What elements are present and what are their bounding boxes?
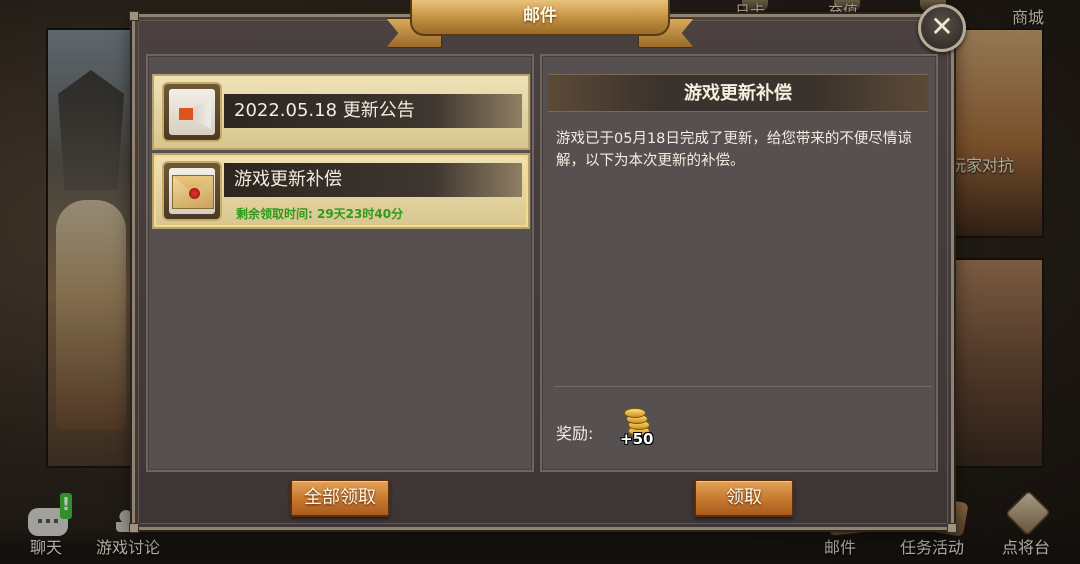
detail-divider bbox=[554, 386, 932, 387]
reward-count: +50 bbox=[620, 430, 654, 448]
frame-corner bbox=[129, 523, 139, 533]
close-button[interactable]: ✕ bbox=[918, 4, 966, 52]
envelope-shape bbox=[172, 175, 214, 209]
mail-item-announcement[interactable]: 2022.05.18 更新公告 bbox=[152, 74, 530, 150]
close-icon: ✕ bbox=[930, 10, 954, 43]
reward-label: 奖励: bbox=[556, 424, 594, 443]
claim-button[interactable]: 领取 bbox=[694, 479, 794, 517]
mail-item-title: 游戏更新补偿 bbox=[224, 163, 522, 197]
frame-corner bbox=[129, 11, 139, 21]
title-ribbon: 邮件 bbox=[386, 0, 694, 52]
detail-title: 游戏更新补偿 bbox=[548, 74, 928, 112]
coin bbox=[624, 408, 646, 418]
dialog-title: 邮件 bbox=[410, 0, 670, 36]
megaphone-shape bbox=[179, 99, 211, 129]
mail-detail-panel bbox=[540, 54, 938, 472]
mail-item-compensation[interactable]: 游戏更新补偿 剩余领取时间: 29天23时40分 bbox=[152, 153, 530, 229]
megaphone-icon bbox=[162, 82, 222, 142]
claim-all-button[interactable]: 全部领取 bbox=[290, 479, 390, 517]
icon-frame bbox=[169, 89, 215, 135]
envelope-icon bbox=[162, 161, 222, 221]
detail-body: 游戏已于05月18日完成了更新，给您带来的不便尽情谅解，以下为本次更新的补偿。 bbox=[556, 131, 912, 169]
mail-item-expiry: 剩余领取时间: 29天23时40分 bbox=[236, 207, 404, 221]
icon-frame bbox=[169, 168, 215, 214]
mail-item-title: 2022.05.18 更新公告 bbox=[224, 94, 522, 128]
frame-corner bbox=[947, 523, 957, 533]
